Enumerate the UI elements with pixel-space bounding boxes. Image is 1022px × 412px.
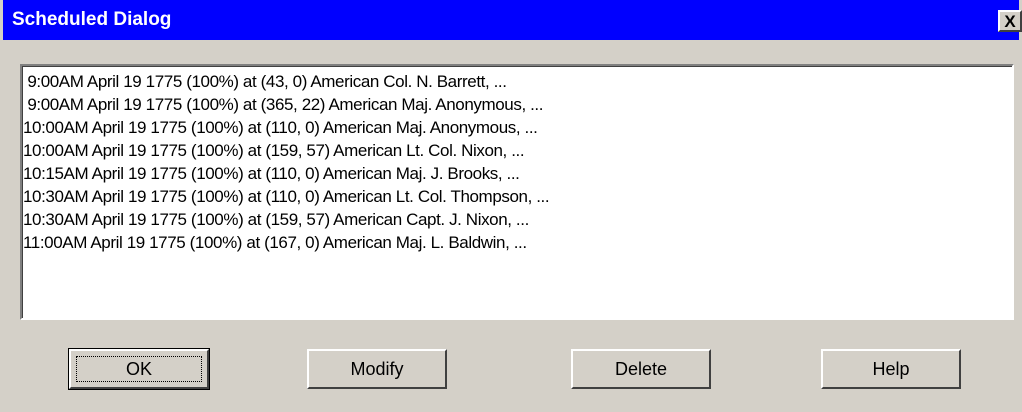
list-item[interactable]: 10:30AM April 19 1775 (100%) at (159, 57… [23,208,1012,231]
help-button-label: Help [872,358,910,379]
schedule-list-frame: 9:00AM April 19 1775 (100%) at (43, 0) A… [22,66,1012,318]
scheduled-dialog-window: Scheduled Dialog X 9:00AM April 19 1775 … [0,0,1022,412]
schedule-list[interactable]: 9:00AM April 19 1775 (100%) at (43, 0) A… [20,64,1014,320]
close-icon: X [1004,11,1016,31]
list-item[interactable]: 9:00AM April 19 1775 (100%) at (43, 0) A… [23,70,1012,93]
title-bar[interactable]: Scheduled Dialog X [3,0,1022,40]
list-item[interactable]: 9:00AM April 19 1775 (100%) at (365, 22)… [23,93,1012,116]
list-item[interactable]: 11:00AM April 19 1775 (100%) at (167, 0)… [23,231,1012,254]
help-button[interactable]: Help [821,349,961,389]
list-item[interactable]: 10:00AM April 19 1775 (100%) at (110, 0)… [23,116,1012,139]
list-item[interactable]: 10:30AM April 19 1775 (100%) at (110, 0)… [23,185,1012,208]
ok-button[interactable]: OK [68,348,210,390]
list-item[interactable]: 10:15AM April 19 1775 (100%) at (110, 0)… [23,162,1012,185]
list-item[interactable]: 10:00AM April 19 1775 (100%) at (159, 57… [23,139,1012,162]
close-button[interactable]: X [998,10,1022,32]
delete-button-label: Delete [614,358,668,379]
dialog-title: Scheduled Dialog [12,9,172,30]
ok-button-label: OK [125,358,152,379]
modify-button-label: Modify [350,358,404,379]
modify-button[interactable]: Modify [307,349,447,389]
delete-button[interactable]: Delete [571,349,711,389]
